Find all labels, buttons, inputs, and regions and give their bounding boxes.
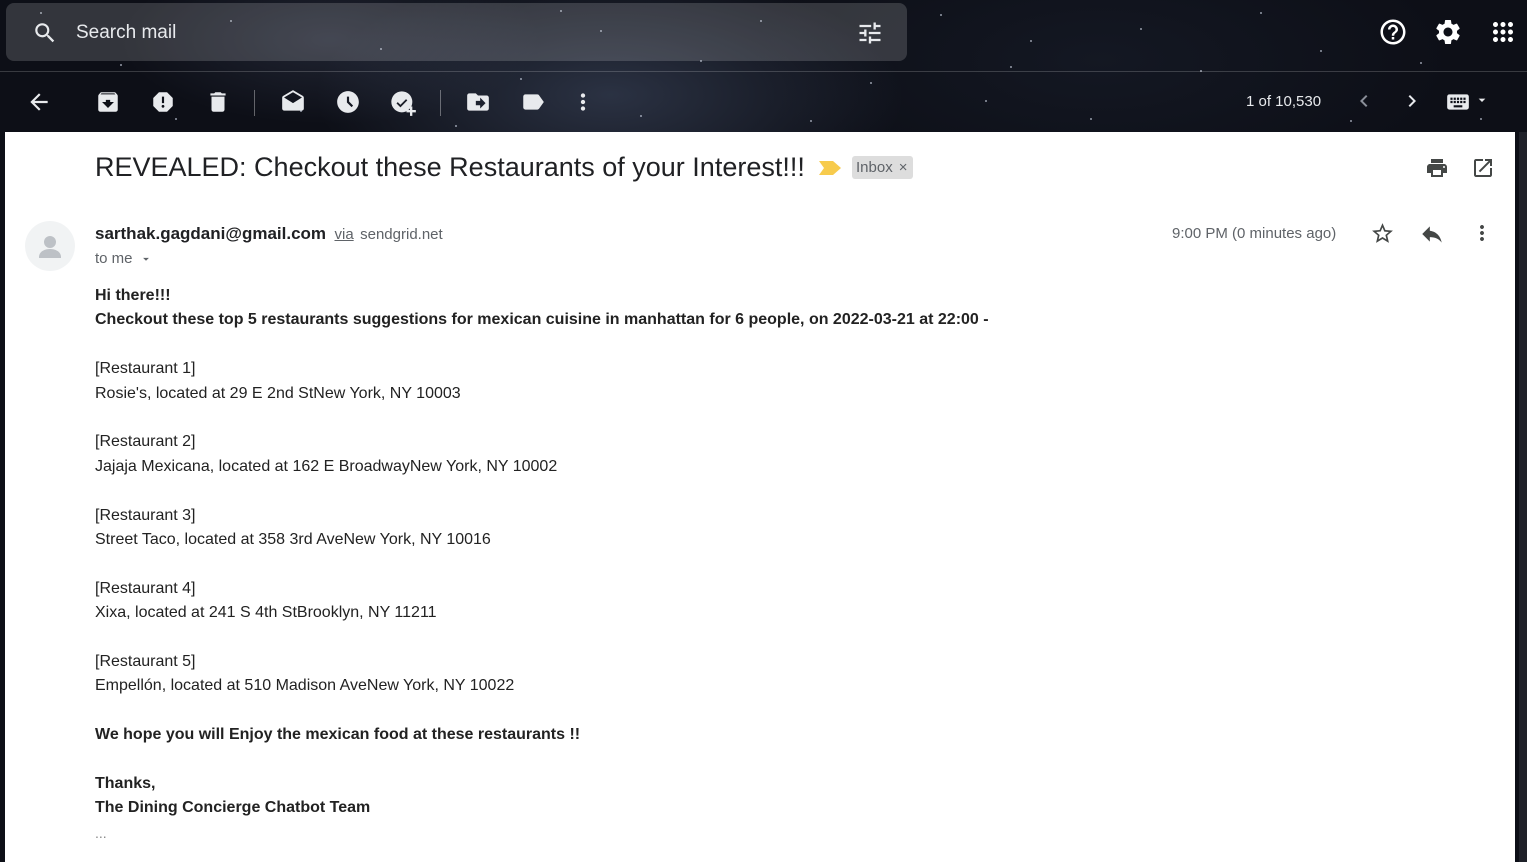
help-icon[interactable] — [1378, 17, 1408, 52]
caret-down-icon[interactable] — [1474, 92, 1490, 108]
recipient-details-toggle[interactable]: to me — [95, 250, 153, 267]
search-input[interactable]: Search mail — [76, 22, 176, 44]
settings-icon[interactable] — [1433, 17, 1463, 52]
add-task-icon[interactable] — [389, 89, 417, 117]
signature-text: The Dining Concierge Chatbot Team — [95, 799, 371, 817]
email-body: Hi there!!! Checkout these top 5 restaur… — [95, 284, 1395, 821]
delete-icon[interactable] — [205, 89, 231, 115]
email-view: REVEALED: Checkout these Restaurants of … — [5, 132, 1515, 862]
restaurant-heading: [Restaurant 5] — [95, 653, 196, 671]
toolbar-separator — [440, 90, 441, 116]
mark-unread-icon[interactable] — [280, 89, 306, 115]
inbox-label-chip[interactable]: Inbox × — [852, 156, 914, 179]
importance-marker-icon[interactable] — [819, 161, 841, 180]
restaurant-line: Xixa, located at 241 S 4th StBrooklyn, N… — [95, 604, 437, 622]
tune-icon[interactable] — [856, 19, 884, 52]
more-options-icon[interactable] — [1470, 221, 1494, 250]
search-bar[interactable]: Search mail — [6, 3, 907, 61]
intro-text: Checkout these top 5 restaurants suggest… — [95, 311, 989, 329]
closing-text: We hope you will Enjoy the mexican food … — [95, 726, 581, 744]
move-to-icon[interactable] — [465, 89, 491, 115]
print-icon[interactable] — [1425, 156, 1449, 185]
via-domain: sendgrid.net — [360, 226, 443, 243]
sender-email[interactable]: sarthak.gagdani@gmail.com — [95, 224, 326, 243]
show-trimmed-content-button[interactable]: ... — [95, 825, 107, 841]
caret-down-icon[interactable] — [139, 252, 153, 266]
chevron-right-icon[interactable] — [1400, 89, 1424, 113]
label-icon[interactable] — [520, 89, 546, 115]
star-icon[interactable] — [1370, 221, 1395, 251]
remove-label-button[interactable]: × — [899, 159, 908, 176]
restaurant-line: Empellón, located at 510 Madison AveNew … — [95, 677, 515, 695]
keyboard-icon[interactable] — [1445, 89, 1471, 115]
label-chip-text: Inbox — [856, 159, 893, 176]
restaurant-line: Jajaja Mexicana, located at 162 E Broadw… — [95, 457, 558, 475]
restaurant-heading: [Restaurant 4] — [95, 579, 196, 597]
avatar[interactable] — [25, 221, 75, 271]
sender-info: sarthak.gagdani@gmail.com via sendgrid.n… — [95, 224, 443, 244]
thanks-text: Thanks, — [95, 775, 156, 793]
back-arrow-icon[interactable] — [26, 89, 52, 115]
reply-icon[interactable] — [1419, 221, 1445, 252]
restaurant-heading: [Restaurant 2] — [95, 433, 196, 451]
pager-count: 1 of 10,530 — [1246, 93, 1322, 110]
restaurant-line: Rosie's, located at 29 E 2nd StNew York,… — [95, 384, 461, 402]
restaurant-heading: [Restaurant 3] — [95, 506, 196, 524]
restaurant-heading: [Restaurant 1] — [95, 360, 196, 378]
avatar-person-icon — [39, 236, 61, 258]
greeting: Hi there!!! — [95, 287, 171, 304]
recipient-text: to me — [95, 250, 133, 267]
via-link[interactable]: via — [334, 226, 353, 243]
search-icon[interactable] — [32, 20, 58, 51]
toolbar-separator — [254, 90, 255, 116]
apps-icon[interactable] — [1488, 17, 1518, 52]
snooze-icon[interactable] — [335, 89, 361, 115]
open-new-window-icon[interactable] — [1471, 156, 1495, 185]
archive-icon[interactable] — [95, 89, 121, 115]
scrollbar[interactable] — [1519, 132, 1527, 862]
header-divider — [0, 71, 1527, 72]
restaurant-line: Street Taco, located at 358 3rd AveNew Y… — [95, 531, 491, 549]
more-vert-icon[interactable] — [570, 89, 596, 115]
report-spam-icon[interactable] — [150, 89, 176, 115]
chevron-left-icon[interactable] — [1352, 89, 1376, 113]
email-subject: REVEALED: Checkout these Restaurants of … — [95, 152, 805, 182]
email-timestamp: 9:00 PM (0 minutes ago) — [1172, 225, 1337, 242]
